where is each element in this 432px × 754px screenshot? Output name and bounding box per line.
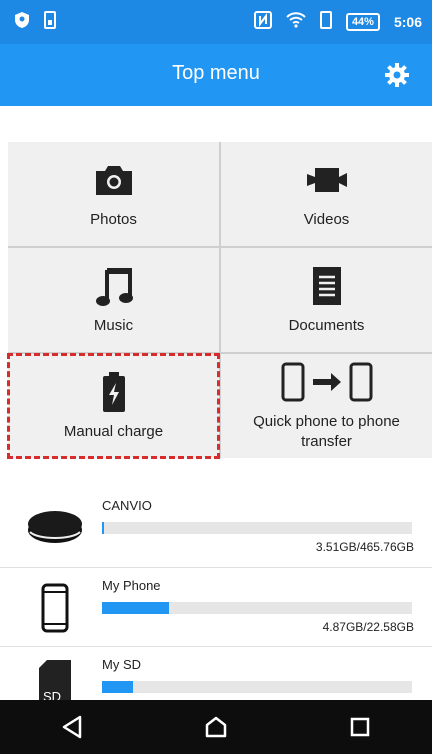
document-icon [305, 264, 349, 308]
documents-label: Documents [288, 317, 365, 334]
storage-item-canvio[interactable]: CANVIO 3.51GB/465.76GB [0, 488, 432, 566]
external-drive-icon [24, 500, 86, 556]
sd-card-icon: SD [24, 655, 86, 700]
manual-charge-label: Manual charge [63, 423, 164, 440]
video-camera-icon [305, 158, 349, 202]
phone-transfer-tile[interactable]: Quick phone to phone transfer [221, 354, 432, 458]
menu-grid: Photos Videos Music Documents Manual cha… [7, 142, 432, 459]
storage-name: CANVIO [102, 498, 152, 513]
storage-name: My Phone [102, 578, 161, 593]
storage-item-my-sd[interactable]: SD My SD [0, 647, 432, 700]
nfc-icon [253, 11, 272, 32]
manual-charge-tile[interactable]: Manual charge [7, 353, 220, 459]
storage-usage-bar [102, 602, 412, 614]
gear-icon[interactable] [384, 62, 410, 88]
sd-card-icon-label: SD [43, 689, 61, 700]
storage-usage-bar [102, 522, 412, 534]
shield-icon [14, 11, 30, 34]
sim-icon [44, 11, 56, 34]
camera-icon [92, 158, 136, 202]
photos-label: Photos [90, 211, 137, 228]
storage-capacity: 4.87GB/22.58GB [322, 620, 414, 634]
battery-icon: 44% [345, 12, 380, 31]
home-icon[interactable] [201, 712, 231, 742]
phone-transfer-label: Quick phone to phone transfer [253, 413, 400, 450]
storage-name: My SD [102, 657, 141, 672]
page-title: Top menu [172, 62, 260, 84]
recents-icon[interactable] [345, 712, 375, 742]
clock: 5:06 [393, 13, 422, 30]
sim-slot-icon [319, 11, 332, 32]
storage-capacity: 3.51GB/465.76GB [315, 540, 414, 554]
wifi-icon [286, 12, 306, 31]
app-bar: Top menu [0, 44, 432, 106]
photos-tile[interactable]: Photos [8, 142, 219, 246]
status-bar: 44% 5:06 [0, 0, 432, 44]
navigation-bar [0, 700, 432, 754]
storage-item-my-phone[interactable]: My Phone 4.87GB/22.58GB [0, 568, 432, 646]
battery-charge-icon [92, 370, 136, 414]
documents-tile[interactable]: Documents [221, 248, 432, 352]
back-icon[interactable] [57, 712, 87, 742]
storage-usage-bar [102, 681, 412, 693]
music-label: Music [93, 317, 134, 334]
phone-icon [24, 580, 86, 636]
music-note-icon [92, 264, 136, 308]
videos-label: Videos [303, 211, 350, 228]
music-tile[interactable]: Music [8, 248, 219, 352]
videos-tile[interactable]: Videos [221, 142, 432, 246]
phone-transfer-icon [279, 360, 375, 404]
